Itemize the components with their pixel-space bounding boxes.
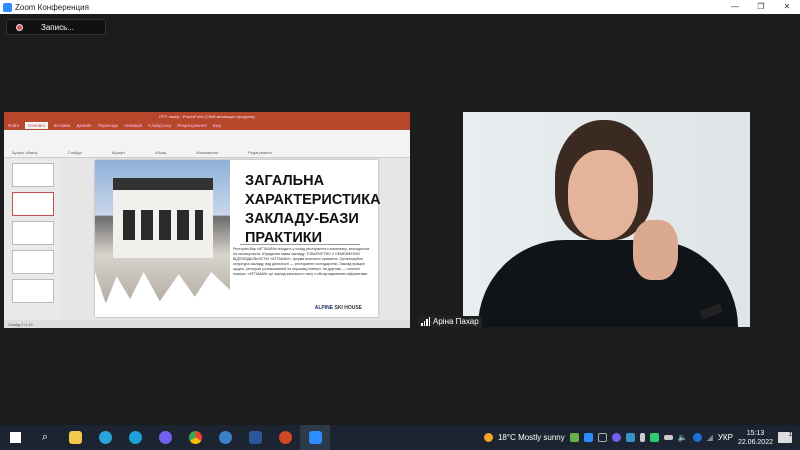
ribbon-tab[interactable]: Рецензування <box>177 123 206 128</box>
record-button[interactable]: Запись... <box>6 19 106 35</box>
clock[interactable]: 15:13 22.06.2022 <box>738 429 773 447</box>
taskbar: ⌕ 18°C Mostly sunny 🔈 ◢ УКР 15:13 22.06.… <box>0 425 800 450</box>
security-icon[interactable] <box>649 433 659 442</box>
display-icon[interactable] <box>597 433 607 442</box>
slide-thumbnail[interactable] <box>12 163 54 187</box>
slide-body: Ресторан-бар «ATTAMAN» входить у склад р… <box>233 247 370 276</box>
ribbon-tabs: Файл Основні Вставка Дизайн Переходи Ані… <box>4 121 410 130</box>
participant-name-label: Аріна Пахар <box>418 316 482 327</box>
ribbon-tab[interactable]: Вставка <box>54 123 71 128</box>
battery-icon[interactable] <box>663 435 673 440</box>
record-label: Запись... <box>41 22 74 32</box>
slide-title: ЗАГАЛЬНА ХАРАКТЕРИСТИКА ЗАКЛАДУ-БАЗИ ПРА… <box>245 173 381 246</box>
qbittorrent-icon[interactable] <box>210 425 240 450</box>
ribbon-tab[interactable]: Анімація <box>124 123 142 128</box>
close-button[interactable]: ✕ <box>774 0 800 14</box>
app-tray-icon[interactable] <box>625 433 635 442</box>
ribbon-tab[interactable]: Файл <box>8 123 19 128</box>
participant-video[interactable] <box>463 112 750 327</box>
ribbon-group: Шрифт <box>111 150 126 155</box>
viber-icon[interactable] <box>150 425 180 450</box>
date: 22.06.2022 <box>737 438 773 446</box>
viber-tray-icon[interactable] <box>611 433 621 442</box>
file-explorer-icon[interactable] <box>60 425 90 450</box>
participant-name: Аріна Пахар <box>433 317 479 326</box>
powerpoint-title: ППТ пакер - PowerPoint (Сбой активации п… <box>4 112 410 121</box>
weather-icon <box>483 433 493 442</box>
slide-thumbnail[interactable] <box>12 250 54 274</box>
notifications-icon[interactable]: 1 <box>778 432 792 443</box>
maximize-button[interactable]: ❐ <box>748 0 774 14</box>
signal-icon <box>421 317 430 326</box>
window-title: Zoom Конференция <box>15 2 89 12</box>
ribbon-tab[interactable]: Дизайн <box>76 123 91 128</box>
zoom-icon[interactable] <box>300 425 330 450</box>
ribbon-group: Слайди <box>67 150 82 155</box>
search-icon[interactable]: ⌕ <box>30 425 60 450</box>
ribbon-group: Малювання <box>196 150 219 155</box>
brand-name: ALPINE <box>314 305 334 311</box>
usb-icon[interactable] <box>639 433 645 442</box>
ribbon: Буфер обміну Слайди Шрифт Абзац Малюванн… <box>4 130 410 158</box>
brand-logo: ALPINE SKI HOUSE <box>315 305 362 311</box>
ribbon-tab[interactable]: Вид <box>213 123 221 128</box>
slide-thumbnails <box>4 159 60 319</box>
ribbon-tab[interactable]: Слайд-шоу <box>148 123 171 128</box>
system-tray: 18°C Mostly sunny 🔈 ◢ УКР 15:13 22.06.20… <box>483 425 800 450</box>
status-bar: Слайд 2 із 15 <box>4 320 410 328</box>
minimize-button[interactable]: — <box>722 0 748 14</box>
window-titlebar: Zoom Конференция — ❐ ✕ <box>0 0 800 14</box>
slide: ЗАГАЛЬНА ХАРАКТЕРИСТИКА ЗАКЛАДУ-БАЗИ ПРА… <box>95 160 381 317</box>
ribbon-tab[interactable]: Основні <box>25 122 48 129</box>
time: 15:13 <box>746 429 765 437</box>
ribbon-group: Абзац <box>155 150 167 155</box>
zoom-logo-icon <box>3 2 12 12</box>
word-icon[interactable] <box>240 425 270 450</box>
shared-screen[interactable]: ППТ пакер - PowerPoint (Сбой активации п… <box>4 112 410 328</box>
powerpoint-icon[interactable] <box>270 425 300 450</box>
brand-name: SKI HOUSE <box>334 305 362 311</box>
wifi-icon[interactable]: ◢ <box>707 433 713 442</box>
divider <box>240 244 360 245</box>
ribbon-tab[interactable]: Переходи <box>98 123 118 128</box>
check-icon[interactable] <box>569 433 579 442</box>
edge-icon[interactable] <box>120 425 150 450</box>
telegram-icon[interactable] <box>90 425 120 450</box>
chrome-icon[interactable] <box>180 425 210 450</box>
language-indicator[interactable]: УКР <box>718 433 733 442</box>
slide-thumbnail[interactable] <box>12 221 54 245</box>
zoom-tray-icon[interactable] <box>583 433 593 442</box>
ribbon-group: Буфер обміну <box>12 150 38 155</box>
ribbon-group: Редагування <box>248 150 272 155</box>
slide-thumbnail[interactable] <box>12 279 54 303</box>
building-photo <box>95 160 230 317</box>
slide-thumbnail[interactable] <box>12 192 54 216</box>
windows-start-icon[interactable] <box>0 425 30 450</box>
record-icon <box>16 23 23 31</box>
volume-icon[interactable]: 🔈 <box>678 433 688 442</box>
weather-text[interactable]: 18°C Mostly sunny <box>498 433 565 442</box>
bluetooth-icon[interactable] <box>692 433 702 442</box>
notification-count: 1 <box>788 432 792 438</box>
